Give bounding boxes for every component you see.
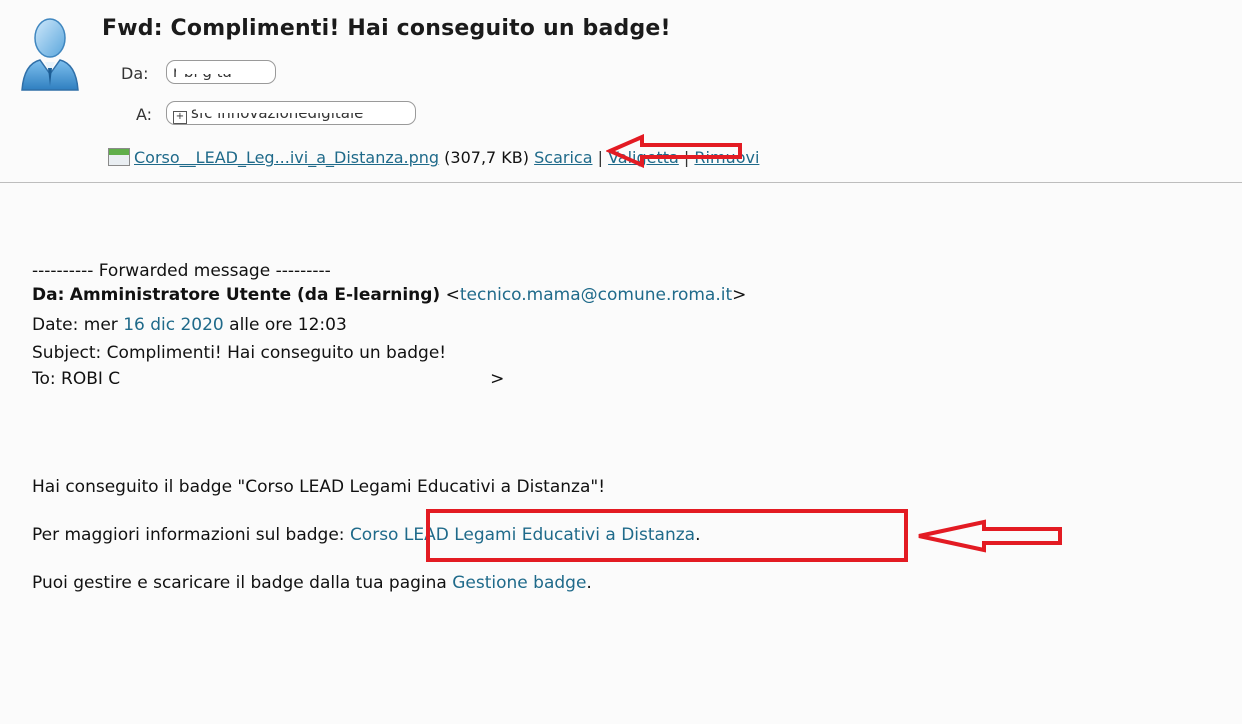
expand-plus-icon[interactable]: + [173, 111, 187, 124]
red-highlight-annotation [426, 509, 908, 562]
sender-email-link[interactable]: tecnico.mama@comune.roma.it [460, 285, 732, 305]
forwarded-date-line: Date: mer 16 dic 2020 alle ore 12:03 [32, 313, 347, 337]
forwarded-subject-line: Subject: Complimenti! Hai conseguito un … [32, 343, 447, 363]
image-file-icon [108, 148, 130, 166]
redaction-mask [196, 103, 406, 113]
forwarded-from-line: Da: Amministratore Utente (da E-learning… [32, 283, 746, 307]
manage-badge-suffix: . [586, 573, 592, 593]
badge-info-prefix: Per maggiori informazioni sul badge: [32, 525, 350, 545]
user-avatar-icon [21, 18, 79, 91]
red-arrow-annotation-icon [918, 519, 1062, 553]
forwarded-message-header: ---------- Forwarded message --------- [32, 261, 331, 281]
forwarded-from-label: Da: [32, 285, 65, 305]
attachment-size: (307,7 KB) [444, 148, 530, 167]
to-recipient-text: To: ROBI C [32, 369, 121, 389]
email-open-bracket: < [445, 285, 460, 305]
manage-badge-paragraph: Puoi gestire e scaricare il badge dalla … [32, 571, 592, 595]
from-label: Da: [121, 64, 149, 83]
date-label: Date: mer [32, 315, 124, 335]
attachment-filename-link[interactable]: Corso__LEAD_Leg...ivi_a_Distanza.png [134, 148, 439, 167]
manage-badge-prefix: Puoi gestire e scaricare il badge dalla … [32, 573, 453, 593]
redaction-mask [176, 62, 240, 74]
message-subject: Fwd: Complimenti! Hai conseguito un badg… [102, 16, 671, 41]
redaction-mask [128, 370, 488, 392]
attachment-row: Corso__LEAD_Leg...ivi_a_Distanza.png (30… [102, 144, 902, 172]
forwarded-from-name: Amministratore Utente (da E-learning) [69, 285, 441, 305]
badge-earned-paragraph: Hai conseguito il badge "Corso LEAD Lega… [32, 477, 606, 497]
date-time: alle ore 12:03 [223, 315, 347, 335]
download-attachment-link[interactable]: Scarica [534, 148, 592, 167]
to-label: A: [136, 105, 153, 124]
separator: | [597, 148, 603, 167]
message-header: Fwd: Complimenti! Hai conseguito un badg… [0, 0, 1242, 183]
manage-badges-link[interactable]: Gestione badge [452, 573, 586, 593]
to-recipient-close: > [490, 369, 505, 389]
date-link[interactable]: 16 dic 2020 [123, 315, 224, 335]
red-arrow-annotation-icon [606, 134, 742, 168]
email-close-bracket: > [732, 285, 747, 305]
